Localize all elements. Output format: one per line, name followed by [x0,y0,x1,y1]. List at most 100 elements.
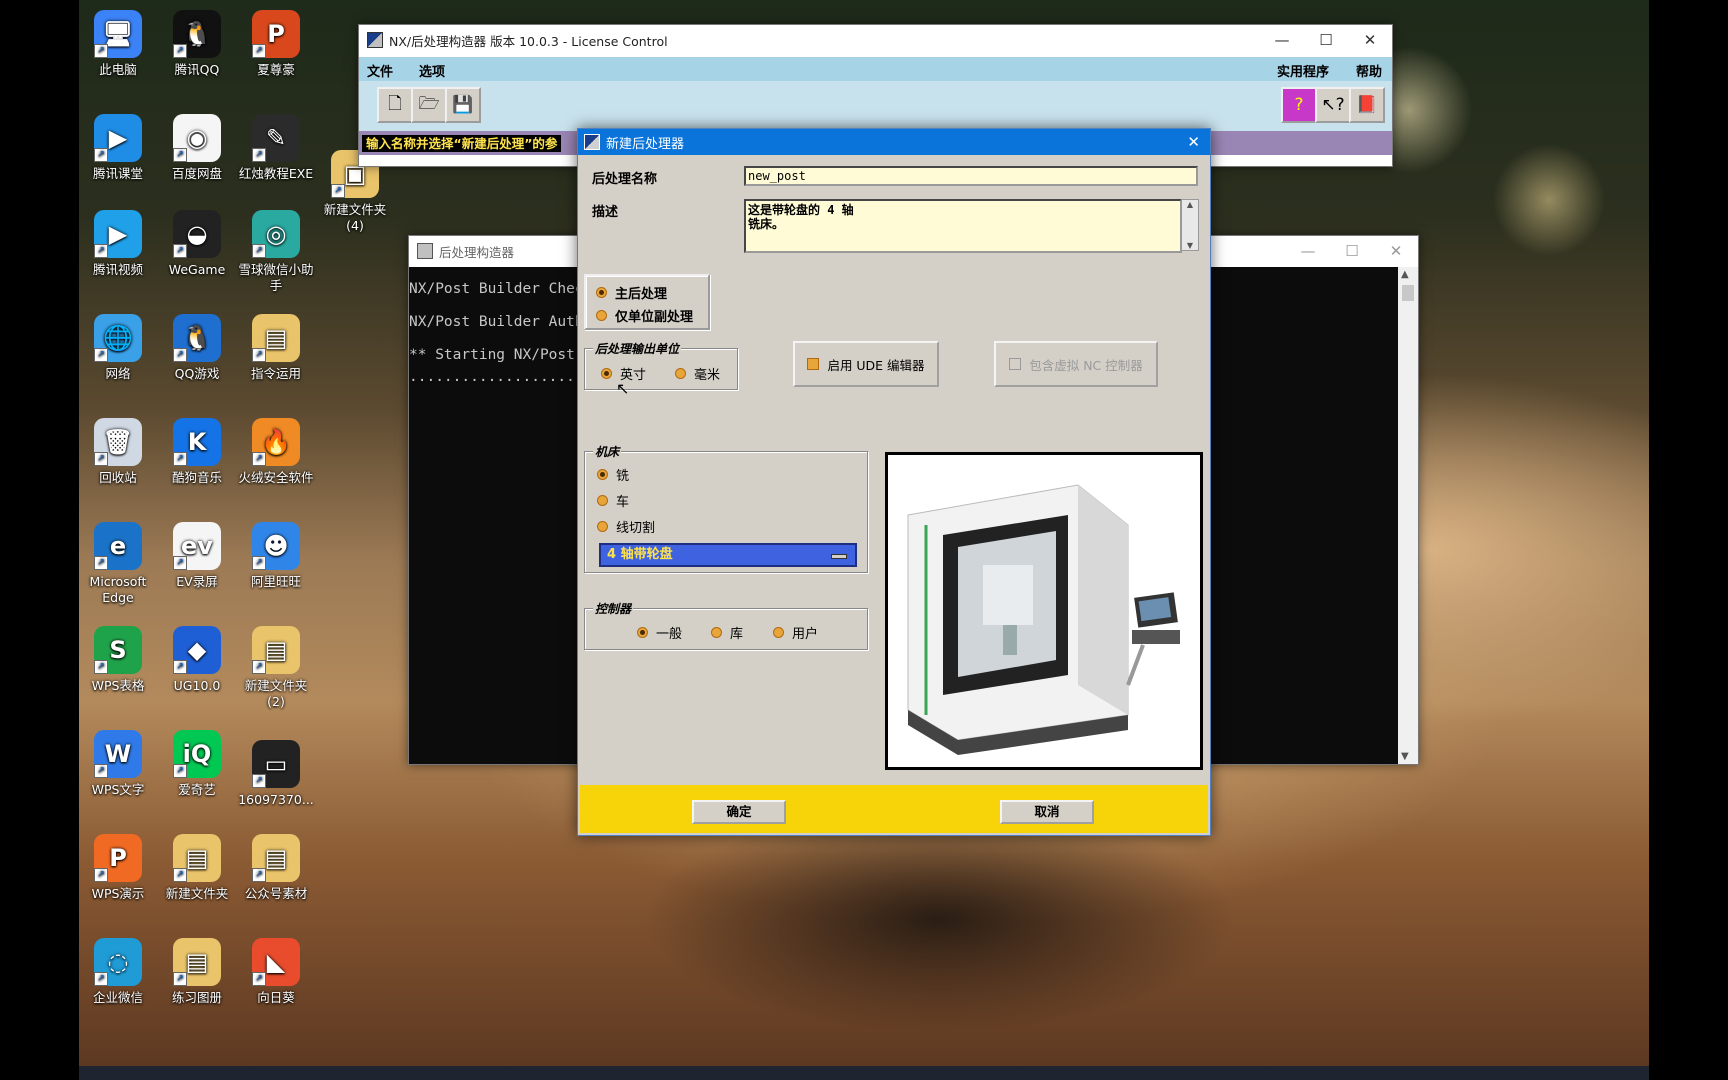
desktop-icon[interactable]: W ↗ WPS文字 [79,730,157,798]
library-radio[interactable]: 库 [711,623,743,642]
desktop-icon[interactable]: ▤ ↗ 公众号素材 [237,834,315,902]
ude-editor-checkbox[interactable]: 启用 UDE 编辑器 [793,341,939,387]
desktop-icon-label: 爱奇艺 [178,782,216,797]
dialog-close-icon[interactable]: ✕ [1187,133,1200,151]
desktop-icon[interactable]: ev ↗ EV录屏 [158,522,236,590]
desktop-icon[interactable]: ▶ ↗ 腾讯课堂 [79,114,157,182]
ok-button[interactable]: 确定 [692,800,786,824]
generic-label: 一般 [656,627,683,642]
radio-icon [596,310,607,321]
desktop-icon[interactable]: 🔥 ↗ 火绒安全软件 [237,418,315,486]
machine-subtype-select[interactable]: 4 轴带轮盘 [599,543,857,567]
minimize-icon[interactable]: — [1260,25,1304,55]
console-close-icon[interactable]: ✕ [1374,236,1418,266]
new-file-icon[interactable]: 🗋 [377,87,413,123]
desc-scroll-up-icon[interactable]: ▲ [1182,200,1198,209]
lathe-radio[interactable]: 车 [597,491,629,510]
desktop-icon[interactable]: ▤ ↗ 新建文件夹 (2) [237,626,315,710]
nx-titlebar: NX/后处理构造器 版本 10.0.3 - License Control — … [359,25,1392,55]
main-post-radio[interactable]: 主后处理 [596,283,667,302]
desktop-icon-label: 向日葵 [257,990,295,1005]
user-radio[interactable]: 用户 [773,623,818,642]
folder-icon: ▤↗ [252,626,300,674]
scroll-up-icon[interactable]: ▲ [1401,269,1409,280]
folder-icon: ▤↗ [252,314,300,362]
desktop-icon[interactable]: ▤ ↗ 新建文件夹 [158,834,236,902]
desktop-icon[interactable]: iQ ↗ 爱奇艺 [158,730,236,798]
baidu-netdisk-icon: ◉ ↗ [173,114,221,162]
save-icon[interactable]: 💾 [445,87,481,123]
post-name-input[interactable]: new_post [744,166,1198,186]
desktop-icon[interactable]: 🌐 ↗ 网络 [79,314,157,382]
desktop-icon[interactable]: K ↗ 酷狗音乐 [158,418,236,486]
console-maximize-icon[interactable]: ☐ [1330,236,1374,266]
radio-icon [773,627,784,638]
desktop-icon-label: 腾讯课堂 [92,166,143,181]
desktop-icon[interactable]: 🐧 ↗ 腾讯QQ [158,10,236,78]
desktop-icon-label: 腾讯视频 [92,262,143,277]
desktop-icon[interactable]: 🗑 ↗ 回收站 [79,418,157,486]
desktop-icon[interactable]: e ↗ Microsoft Edge [79,522,157,606]
close-icon[interactable]: ✕ [1348,25,1392,55]
desktop-icon[interactable]: ▶ ↗ 腾讯视频 [79,210,157,278]
unit-only-radio[interactable]: 仅单位副处理 [596,306,693,325]
desc-scroll-down-icon[interactable]: ▼ [1182,241,1198,250]
mm-radio[interactable]: 毫米 [675,364,720,383]
console-scrollbar[interactable]: ▲ ▼ [1398,267,1418,764]
mill-radio[interactable]: 铣 [597,465,629,484]
generic-radio[interactable]: 一般 [637,623,682,642]
desktop-icon[interactable]: S ↗ WPS表格 [79,626,157,694]
shortcut-arrow-icon: ↗ [173,348,187,362]
desktop-icon-label: 指令运用 [250,366,301,381]
cancel-button[interactable]: 取消 [1000,800,1094,824]
desktop-icon[interactable]: ▤ ↗ 指令运用 [237,314,315,382]
desktop-icon[interactable]: ◌ ↗ 企业微信 [79,938,157,1006]
desktop-icon[interactable]: ▭ ↗ 16097370... [237,740,315,808]
checkbox-disabled-icon [1009,358,1022,370]
menu-file[interactable]: 文件 [367,61,393,80]
post-type-group: 主后处理 仅单位副处理 [584,274,710,330]
description-scrollbar[interactable]: ▲ ▼ [1181,199,1199,251]
shortcut-arrow-icon: ↗ [173,244,187,258]
desktop-icon[interactable]: 🖥 ↗ 此电脑 [79,10,157,78]
controller-title: 控制器 [593,600,634,617]
help-balloon-icon[interactable]: ? [1281,87,1317,123]
open-folder-icon[interactable]: 🗁 [411,87,447,123]
scroll-down-icon[interactable]: ▼ [1401,751,1409,762]
output-units-group: 后处理输出单位 英寸 毫米 [584,340,738,390]
nx-menubar: 文件 选项 实用程序 帮助 [359,57,1392,81]
shortcut-arrow-icon: ↗ [252,556,266,570]
radio-selected-icon [637,627,648,638]
wedm-radio[interactable]: 线切割 [597,517,655,536]
desktop-icon-label: 新建文件夹 (2) [244,678,308,709]
desktop-icon[interactable]: ✎ ↗ 红烛教程EXE [237,114,315,182]
desktop: 🖥 ↗ 此电脑 🐧 ↗ 腾讯QQ P ↗ 夏尊豪 ▶ ↗ 腾讯课堂 ◉ ↗ 百度网盘 ✎ ↗ 红烛教程EXE ▣ ↗ 新… [79,0,1649,1080]
menu-utilities[interactable]: 实用程序 [1277,61,1329,80]
desktop-icon-label: WeGame [168,262,226,277]
network-icon: 🌐 ↗ [94,314,142,362]
desktop-icon[interactable]: ▤ ↗ 练习图册 [158,938,236,1006]
desktop-icon[interactable]: ◎ ↗ 雪球微信小助手 [237,210,315,294]
desktop-icon[interactable]: ◉ ↗ 百度网盘 [158,114,236,182]
shortcut-arrow-icon: ↗ [94,348,108,362]
description-textarea[interactable]: 这是带轮盘的 4 轴 铣床。 [744,199,1182,253]
manual-book-icon[interactable]: 📕 [1349,87,1385,123]
desktop-icon-label: QQ游戏 [174,366,220,381]
desktop-icon[interactable]: ◆ ↗ UG10.0 [158,626,236,694]
desktop-icon[interactable]: ◣ ↗ 向日葵 [237,938,315,1006]
context-help-icon[interactable]: ↖? [1315,87,1351,123]
menu-options[interactable]: 选项 [419,61,445,80]
desktop-icon[interactable]: P ↗ 夏尊豪 [237,10,315,78]
desktop-icon[interactable]: 🐧 ↗ QQ游戏 [158,314,236,382]
desktop-icon[interactable]: ☻ ↗ 阿里旺旺 [237,522,315,590]
console-minimize-icon[interactable]: — [1286,236,1330,266]
desktop-icon-label: 回收站 [99,470,137,485]
wps-ppt-file-icon: P ↗ [252,10,300,58]
qq-icon: 🐧 ↗ [173,10,221,58]
scroll-thumb[interactable] [1402,285,1414,301]
shortcut-arrow-icon: ↗ [94,972,108,986]
desktop-icon[interactable]: ◒ ↗ WeGame [158,210,236,278]
desktop-icon[interactable]: P ↗ WPS演示 [79,834,157,902]
maximize-icon[interactable]: ☐ [1304,25,1348,55]
menu-help[interactable]: 帮助 [1356,61,1382,80]
